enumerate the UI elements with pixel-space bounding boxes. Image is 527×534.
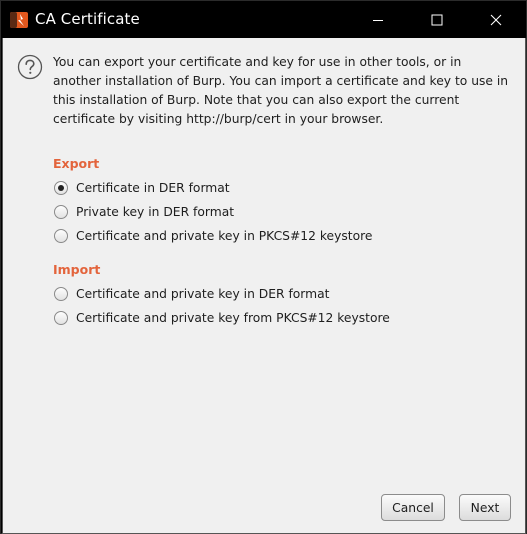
- window-title: CA Certificate: [35, 10, 140, 28]
- title-bar[interactable]: CA Certificate: [1, 1, 526, 38]
- radio-export-pkcs12[interactable]: Certificate and private key in PKCS#12 k…: [54, 226, 372, 246]
- help-question-icon: [17, 54, 43, 80]
- radio-label: Certificate and private key from PKCS#12…: [76, 311, 390, 325]
- radio-label: Certificate and private key in PKCS#12 k…: [76, 229, 373, 243]
- radio-label: Private key in DER format: [76, 205, 235, 219]
- export-heading: Export: [53, 156, 100, 171]
- close-button[interactable]: [467, 1, 525, 38]
- burp-suite-icon: [10, 12, 28, 28]
- radio-button-selected[interactable]: [54, 181, 68, 195]
- radio-import-der[interactable]: Certificate and private key in DER forma…: [54, 284, 330, 304]
- cancel-button[interactable]: Cancel: [381, 494, 445, 521]
- radio-button[interactable]: [54, 229, 68, 243]
- radio-label: Certificate in DER format: [76, 181, 230, 195]
- import-heading: Import: [53, 262, 101, 277]
- minimize-icon: [373, 19, 383, 21]
- maximize-icon: [431, 14, 443, 25]
- radio-export-key-der[interactable]: Private key in DER format: [54, 202, 234, 222]
- minimize-button[interactable]: [349, 1, 407, 38]
- radio-button[interactable]: [54, 205, 68, 219]
- close-icon: [490, 14, 502, 25]
- radio-label: Certificate and private key in DER forma…: [76, 287, 330, 301]
- next-button[interactable]: Next: [459, 494, 511, 521]
- radio-button[interactable]: [54, 311, 68, 325]
- maximize-button[interactable]: [408, 1, 466, 38]
- radio-button[interactable]: [54, 287, 68, 301]
- ca-certificate-dialog: CA Certificate You can export your certi…: [0, 0, 527, 534]
- dialog-content: You can export your certificate and key …: [2, 38, 526, 534]
- description-text: You can export your certificate and key …: [53, 55, 509, 126]
- radio-import-pkcs12[interactable]: Certificate and private key from PKCS#12…: [54, 308, 390, 328]
- radio-export-cert-der[interactable]: Certificate in DER format: [54, 178, 230, 198]
